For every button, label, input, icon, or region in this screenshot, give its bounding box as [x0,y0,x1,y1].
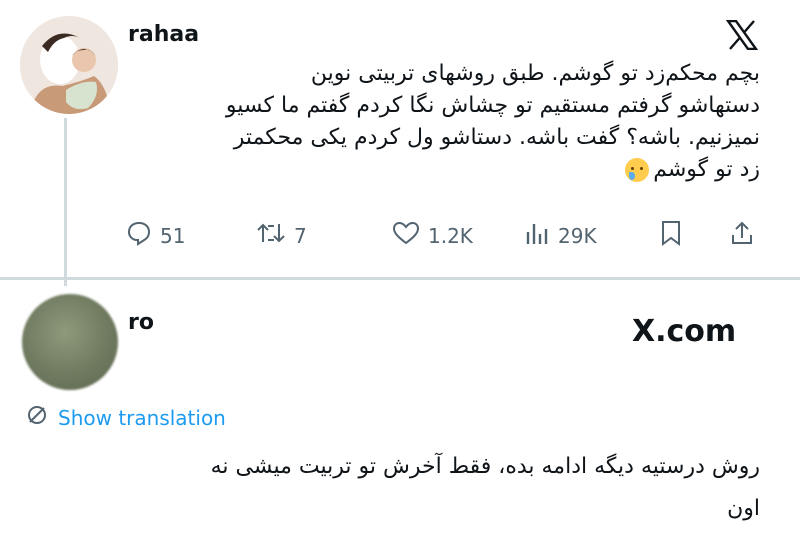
share-icon [730,220,762,251]
like-button[interactable]: 1.2K [392,220,473,251]
avatar[interactable] [22,294,118,390]
reply-button[interactable]: 51 [126,220,185,251]
views-icon [524,220,558,251]
tweet-text: بچم محکم‌زد تو گوشم. طبق روشهای تربیتی ن… [140,58,760,186]
thread-line [64,118,67,286]
reply-text-line: اون [727,496,760,521]
show-translation-label: Show translation [58,405,226,430]
heart-icon [392,220,428,251]
reply-text: روش درستیه دیگه ادامه بده، فقط آخرش تو ت… [30,446,760,530]
translate-icon [26,404,58,431]
tweet-text-line: نمیزنیم. باشه؟ گفت باشه. دستاشو ول کردم … [233,125,760,150]
reply-icon [126,220,160,251]
bookmark-button[interactable] [660,220,690,251]
x-logo-icon[interactable] [725,19,759,56]
bookmark-icon [660,220,690,251]
reply-text-line: روش درستیه دیگه ادامه بده، فقط آخرش تو ت… [210,454,760,479]
divider [0,277,800,280]
avatar[interactable] [20,16,118,114]
reply-count: 51 [160,223,186,248]
tweet-text-line: بچم محکم‌زد تو گوشم. طبق روشهای تربیتی ن… [310,61,760,86]
username[interactable]: ro [128,310,154,335]
retweet-button[interactable]: 7 [256,220,307,251]
face-holding-back-tears-emoji [625,158,650,182]
tweet-text-line: زد تو گوشم [140,154,760,186]
views-button[interactable]: 29K [524,220,597,251]
share-button[interactable] [730,220,762,251]
watermark: X.com [632,314,737,349]
like-count: 1.2K [428,223,473,248]
tweet-text-line: دستهاشو گرفتم مستقیم تو چشاش نگا کردم گف… [225,93,760,118]
views-count: 29K [558,223,597,248]
username[interactable]: rahaa [128,22,199,47]
show-translation-link[interactable]: Show translation [26,404,226,431]
retweet-icon [256,220,294,251]
retweet-count: 7 [294,223,307,248]
